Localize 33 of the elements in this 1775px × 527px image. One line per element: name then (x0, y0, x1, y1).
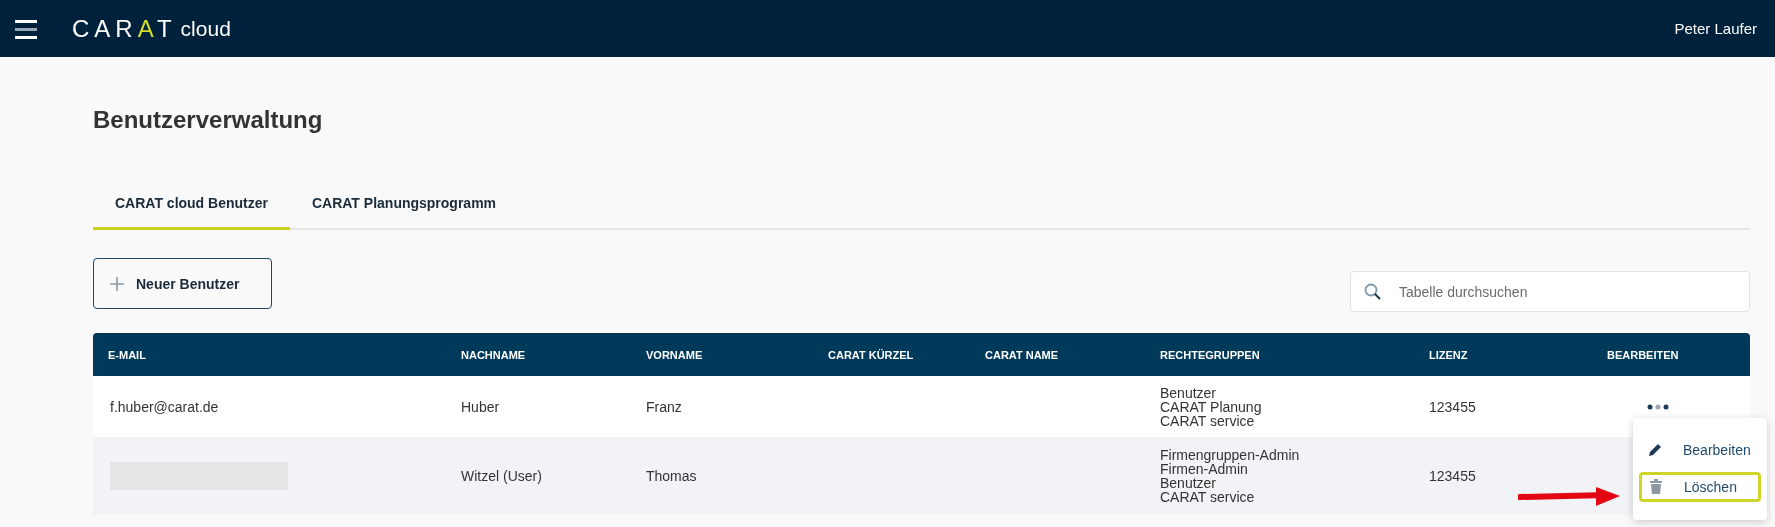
tab[interactable]: CARAT Planungsprogramm (289, 181, 519, 230)
email-cell: f.huber@carat.de (110, 398, 219, 415)
pencil-icon (1647, 442, 1663, 458)
table-cell: Thomas (646, 468, 697, 484)
rights-groups-cell-text: Firmengruppen-Admin Firmen-Admin Benutzer CARAT service (1160, 448, 1301, 504)
table-cell: Franz (646, 398, 682, 415)
logo-suffix: cloud (180, 16, 231, 41)
column-header: RECHTEGRUPPEN (1145, 333, 1414, 376)
plus-icon (110, 276, 124, 291)
column-header: BEARBEITEN (1592, 333, 1750, 376)
tab[interactable]: CARAT cloud Benutzer (93, 181, 290, 230)
column-header: CARAT KÜRZEL (813, 333, 970, 376)
search-field[interactable]: Tabelle durchsuchen (1350, 271, 1750, 312)
table-cell: Witzel (User) (461, 468, 542, 484)
trash-icon (1648, 479, 1664, 495)
menu-item[interactable]: Löschen (1639, 472, 1761, 502)
table-cell: Huber (461, 398, 500, 415)
new-user-button[interactable]: Neuer Benutzer (93, 258, 272, 309)
column-header: CARAT NAME (970, 333, 1145, 376)
arrow-icon (1518, 487, 1620, 506)
page-title: Benutzerverwaltung (93, 105, 324, 135)
license-cell: 123455 (1429, 398, 1476, 415)
user-name[interactable]: Peter Laufer (1674, 20, 1757, 37)
column-header: E-MAIL (93, 333, 446, 376)
menu-item[interactable]: Bearbeiten (1639, 436, 1761, 464)
column-header: LIZENZ (1414, 333, 1592, 376)
column-header: NACHNAME (446, 333, 631, 376)
menu-icon (15, 17, 37, 40)
more-icon (1647, 403, 1669, 410)
license-cell: 123455 (1429, 468, 1476, 484)
menu-button[interactable] (15, 17, 37, 40)
column-header: VORNAME (631, 333, 813, 376)
rights-groups-cell-text: Benutzer CARAT Planung CARAT service (1160, 385, 1263, 428)
